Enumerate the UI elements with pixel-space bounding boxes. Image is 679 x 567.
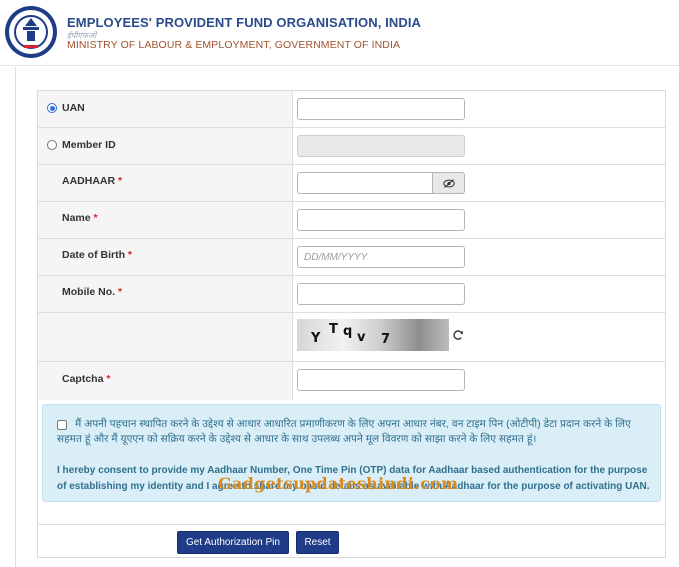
label-cell: UAN <box>38 91 293 127</box>
row-mobile: Mobile No. * <box>38 276 665 313</box>
required-mark: * <box>118 286 123 298</box>
captcha-char: T <box>329 322 338 337</box>
aadhaar-input[interactable] <box>297 172 433 194</box>
site-header: EMPLOYEES' PROVIDENT FUND ORGANISATION, … <box>0 0 679 66</box>
mobile-label-text: Mobile No. <box>62 286 116 298</box>
dob-label-text: Date of Birth <box>62 249 125 261</box>
reset-button[interactable]: Reset <box>296 531 339 554</box>
captcha-char: 7 <box>381 332 391 347</box>
label-cell: Name * <box>38 202 293 238</box>
row-captcha: Captcha * <box>38 362 665 400</box>
row-aadhaar: AADHAAR * <box>38 165 665 202</box>
uan-radio[interactable] <box>47 103 57 113</box>
label-cell: Captcha * <box>38 362 293 400</box>
name-label: Name * <box>62 212 98 224</box>
captcha-char: Y <box>311 331 321 346</box>
captcha-char: v <box>357 330 366 345</box>
label-cell: Member ID <box>38 128 293 164</box>
required-mark: * <box>106 373 111 385</box>
refresh-icon[interactable] <box>452 329 464 341</box>
eye-slash-icon <box>442 178 455 188</box>
row-dob: Date of Birth * <box>38 239 665 276</box>
row-uan: UAN <box>38 91 665 128</box>
row-name: Name * <box>38 202 665 239</box>
name-label-text: Name <box>62 212 91 224</box>
ministry-name: MINISTRY OF LABOUR & EMPLOYMENT, GOVERNM… <box>67 39 401 51</box>
member-id-label: Member ID <box>62 139 116 151</box>
consent-text-hindi: मैं अपनी पहचान स्थापित करने के उद्देश्य … <box>57 418 631 445</box>
dob-input[interactable] <box>297 246 465 268</box>
label-cell: Mobile No. * <box>38 276 293 312</box>
epfo-logo-icon <box>5 6 57 58</box>
row-member-id: Member ID <box>38 128 665 165</box>
uan-input[interactable] <box>297 98 465 120</box>
label-cell: AADHAAR * <box>38 165 293 201</box>
required-mark: * <box>127 249 133 261</box>
aadhaar-label-text: AADHAAR <box>62 175 116 187</box>
row-captcha-image: Y T q v 7 <box>38 313 665 362</box>
captcha-label: Captcha * <box>62 373 110 385</box>
get-authorization-pin-button[interactable]: Get Authorization Pin <box>177 531 289 554</box>
name-input[interactable] <box>297 209 465 231</box>
member-id-input[interactable] <box>297 135 465 157</box>
label-cell <box>38 313 293 361</box>
required-mark: * <box>118 175 123 187</box>
member-id-radio[interactable] <box>47 140 57 150</box>
mobile-label: Mobile No. * <box>62 286 122 298</box>
org-name: EMPLOYEES' PROVIDENT FUND ORGANISATION, … <box>67 15 422 30</box>
captcha-label-text: Captcha <box>62 373 104 385</box>
captcha-input[interactable] <box>297 369 465 391</box>
form-actions: Get Authorization Pin Reset <box>38 524 665 558</box>
toggle-visibility-button[interactable] <box>433 172 465 194</box>
aadhaar-label: AADHAAR * <box>62 175 122 187</box>
required-mark: * <box>93 212 98 224</box>
mobile-input[interactable] <box>297 283 465 305</box>
watermark-text: Gadgetsupdateshindi.com <box>218 474 459 493</box>
label-cell: Date of Birth * <box>38 239 293 275</box>
uan-label: UAN <box>62 102 85 114</box>
captcha-char: q <box>343 324 353 339</box>
dob-label: Date of Birth * <box>62 249 132 261</box>
captcha-image: Y T q v 7 <box>297 319 449 351</box>
